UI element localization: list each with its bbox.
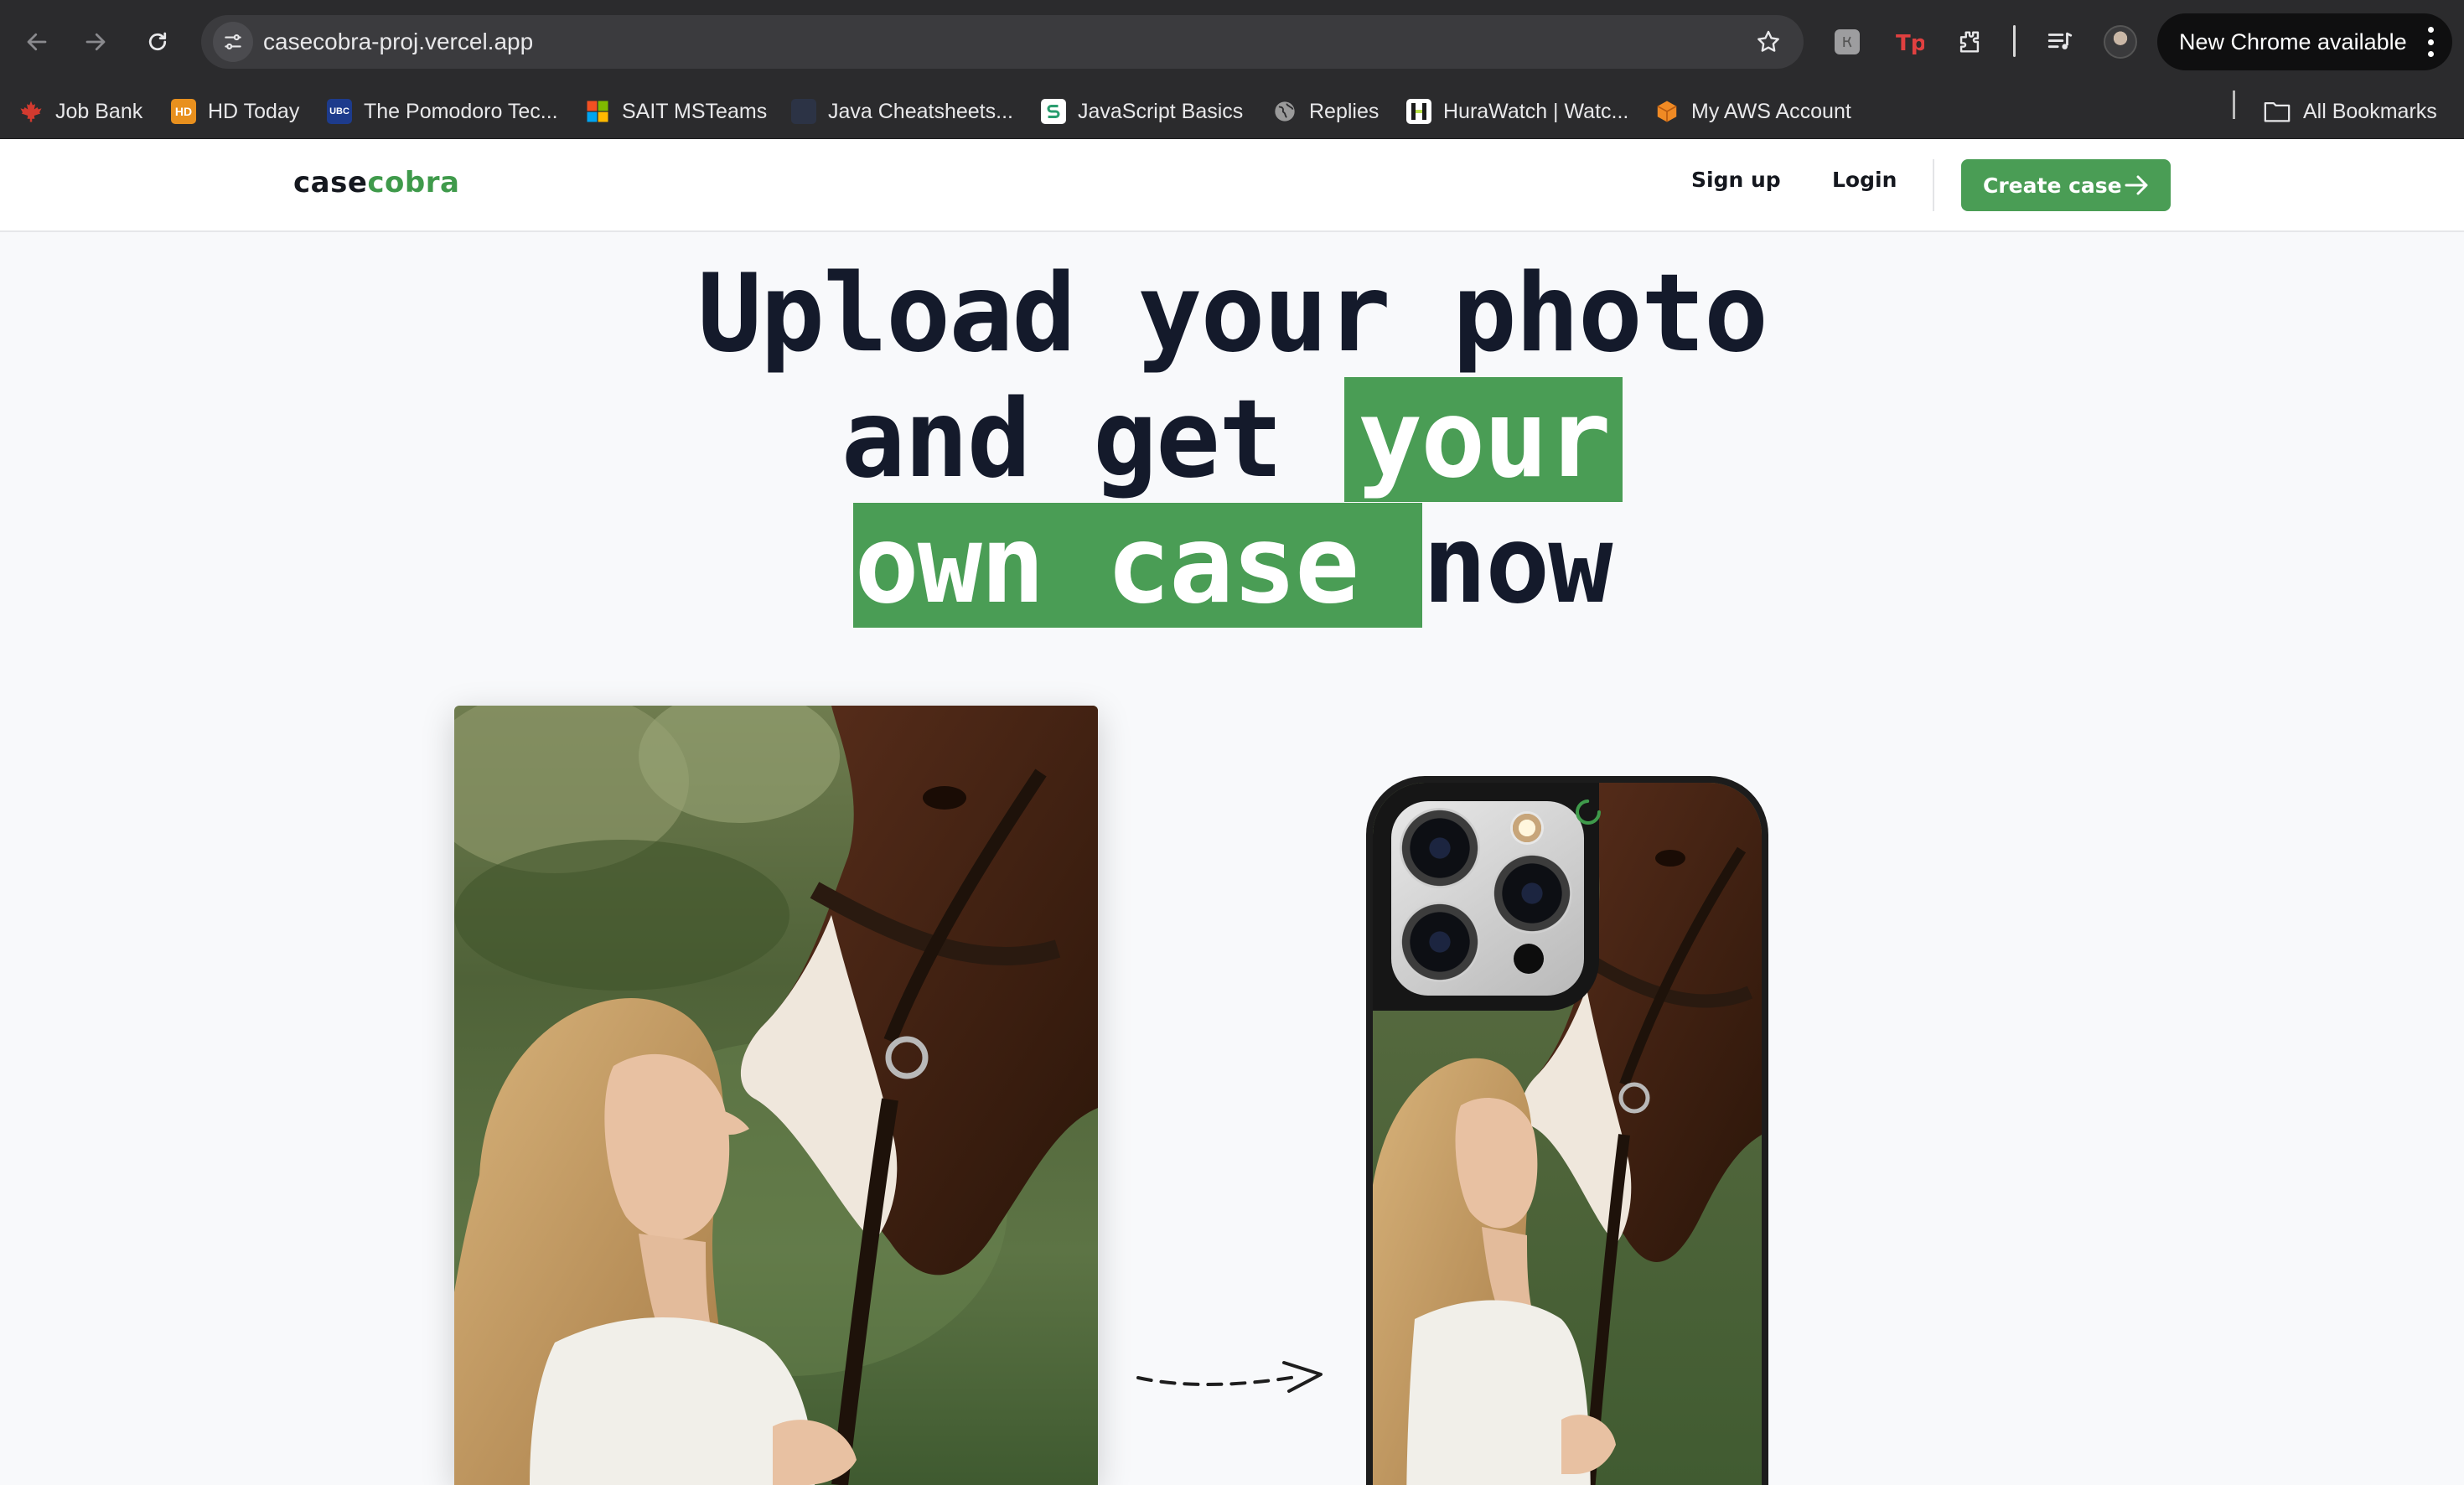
bookmarks-bar: Job Bank HD HD Today UBC The Pomodoro Te… <box>0 84 2464 139</box>
flash-icon <box>1510 811 1544 845</box>
dark-page-icon <box>791 99 816 124</box>
address-bar[interactable]: casecobra-proj.vercel.app <box>201 15 1804 69</box>
folder-icon <box>2264 101 2291 122</box>
loading-spinner-icon <box>1576 799 1601 825</box>
bookmark-aws[interactable]: My AWS Account <box>1654 84 1851 139</box>
update-label: New Chrome available <box>2179 28 2407 54</box>
extension-tp-button[interactable]: Tp <box>1889 22 1929 62</box>
extension-one-button[interactable] <box>1827 22 1867 62</box>
profile-button[interactable] <box>2100 22 2140 62</box>
login-link[interactable]: Login <box>1832 168 1897 192</box>
phone-case-preview <box>1366 776 1768 1485</box>
logo-text-case: case <box>293 166 368 199</box>
bookmark-job-bank[interactable]: Job Bank <box>18 84 142 139</box>
hd-icon: HD <box>171 99 196 124</box>
bookmark-replies[interactable]: Replies <box>1272 84 1379 139</box>
camera-lens-icon <box>1400 808 1480 888</box>
bookmarks-separator <box>2233 91 2235 119</box>
toolbar-divider <box>2013 25 2016 57</box>
globe-icon <box>1272 99 1297 124</box>
microphone-dot <box>1514 944 1544 974</box>
reload-icon <box>148 32 167 51</box>
bookmark-javascript-basics[interactable]: JavaScript Basics <box>1041 84 1243 139</box>
bookmark-hd-today[interactable]: HD HD Today <box>171 84 299 139</box>
svg-text:Tp: Tp <box>1896 31 1924 54</box>
sample-photo <box>454 706 1098 1485</box>
bookmark-sait-msteams[interactable]: SAIT MSTeams <box>585 84 767 139</box>
camera-plate <box>1391 801 1584 996</box>
forward-button[interactable] <box>75 22 116 62</box>
ubc-icon: UBC <box>327 99 352 124</box>
bookmark-label: HD Today <box>208 99 300 123</box>
aws-cube-icon <box>1654 99 1680 124</box>
nav-divider <box>1933 159 1934 211</box>
site-logo[interactable]: casecobra <box>293 166 459 199</box>
browser-toolbar: casecobra-proj.vercel.app Tp New Chrome … <box>0 0 2464 84</box>
bookmark-java-cheatsheets[interactable]: Java Cheatsheets... <box>791 84 1013 139</box>
all-bookmarks-button[interactable]: All Bookmarks <box>2263 84 2437 139</box>
puzzle-icon <box>1959 31 1980 53</box>
tp-logo-icon: Tp <box>1896 31 1924 54</box>
bookmark-hurawatch[interactable]: HuraWatch | Watc... <box>1406 84 1628 139</box>
h-logo-icon <box>1406 99 1431 124</box>
camera-module <box>1373 783 1599 1011</box>
headline-plain-text: now <box>1422 503 1612 628</box>
microsoft-icon <box>585 99 610 124</box>
reload-button[interactable] <box>137 22 178 62</box>
back-button[interactable] <box>17 22 57 62</box>
maple-leaf-icon <box>18 99 44 124</box>
logo-text-cobra: cobra <box>367 166 460 199</box>
dashed-arrow-icon <box>1136 1361 1323 1393</box>
extensions-button[interactable] <box>1949 22 1990 62</box>
create-case-button[interactable]: Create case <box>1961 159 2171 211</box>
bookmark-label: The Pomodoro Tec... <box>364 99 558 123</box>
arrow-right-icon <box>2125 175 2148 195</box>
site-info-button[interactable] <box>213 22 253 62</box>
headline-highlight: your <box>1344 377 1623 502</box>
s-logo-icon <box>1041 99 1066 124</box>
hero-headline: Upload your photo and get your own case … <box>0 251 2464 629</box>
bookmark-label: Java Cheatsheets... <box>828 99 1013 123</box>
media-controls-button[interactable] <box>2040 22 2080 62</box>
create-case-label: Create case <box>1983 173 2122 198</box>
bookmark-star-button[interactable] <box>1750 23 1787 60</box>
forward-arrow-icon <box>85 33 106 51</box>
grey-extension-icon <box>1835 29 1860 54</box>
bookmark-label: JavaScript Basics <box>1078 99 1244 123</box>
headline-line-1: Upload your photo <box>696 251 1768 376</box>
headline-highlight: own case <box>852 503 1423 628</box>
bookmark-label: SAIT MSTeams <box>622 99 768 123</box>
avatar <box>2104 25 2137 59</box>
camera-lens-icon <box>1492 853 1572 934</box>
headline-line-3: own case now <box>0 503 2464 629</box>
kebab-menu-icon[interactable] <box>2425 27 2436 57</box>
back-arrow-icon <box>27 33 47 51</box>
bookmark-label: My AWS Account <box>1691 99 1851 123</box>
bookmark-label: Replies <box>1309 99 1380 123</box>
star-icon <box>1757 30 1779 52</box>
girl-and-horse-image <box>454 706 1098 1485</box>
media-queue-icon <box>2047 32 2073 49</box>
phone-frame <box>1366 776 1768 1485</box>
url-text[interactable]: casecobra-proj.vercel.app <box>263 15 533 69</box>
camera-lens-icon <box>1400 902 1480 982</box>
bookmark-label: Job Bank <box>55 99 143 123</box>
bookmark-pomodoro[interactable]: UBC The Pomodoro Tec... <box>327 84 558 139</box>
tune-icon <box>225 34 241 49</box>
headline-plain-text: and get <box>841 377 1345 502</box>
chrome-update-button[interactable]: New Chrome available <box>2157 13 2452 70</box>
headline-line-2: and get your <box>0 377 2464 503</box>
sign-up-link[interactable]: Sign up <box>1691 168 1781 192</box>
site-navbar: casecobra Sign up Login Create case <box>0 139 2464 232</box>
all-bookmarks-label: All Bookmarks <box>2303 99 2437 123</box>
bookmark-label: HuraWatch | Watc... <box>1443 99 1629 123</box>
